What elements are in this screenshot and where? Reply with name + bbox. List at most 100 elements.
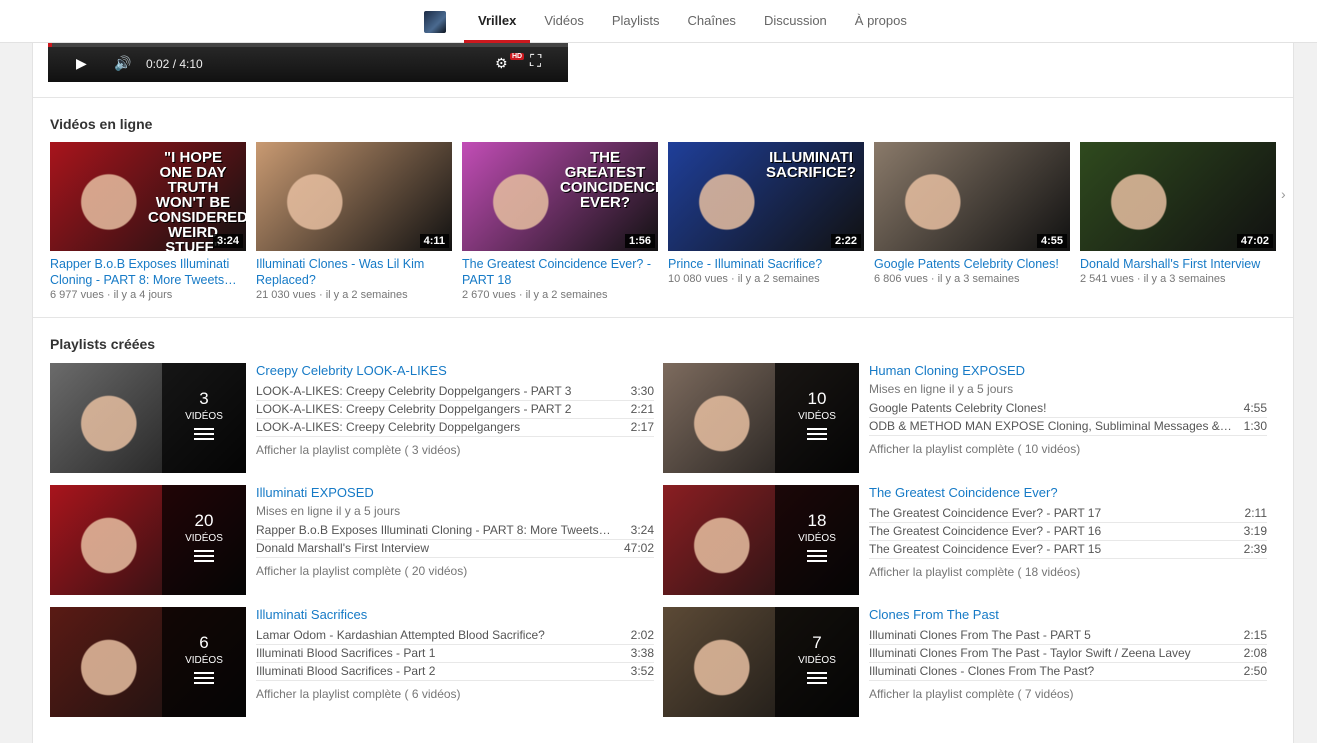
playlist-entry[interactable]: ODB & METHOD MAN EXPOSE Cloning, Sublimi… <box>869 418 1267 436</box>
playlist-entry[interactable]: Illuminati Clones - Clones From The Past… <box>869 663 1267 681</box>
video-card[interactable]: 47:02 Donald Marshall's First Interview 2 … <box>1080 142 1276 301</box>
tab-home[interactable]: Vrillex <box>464 0 531 43</box>
entry-title: LOOK-A-LIKES: Creepy Celebrity Doppelgan… <box>256 402 572 416</box>
entry-duration: 3:38 <box>630 646 654 660</box>
playlist-icon <box>807 550 827 562</box>
channel-avatar[interactable] <box>424 11 446 33</box>
video-title-link[interactable]: Google Patents Celebrity Clones! <box>874 256 1070 272</box>
entry-duration: 1:30 <box>1243 419 1267 433</box>
video-player-controls: ▶ 🔊 0:02 / 4:10 ⚙ HD ⛶ <box>48 43 568 82</box>
progress-bar[interactable] <box>48 43 568 47</box>
playlist-entry[interactable]: Lamar Odom - Kardashian Attempted Blood … <box>256 627 654 645</box>
playlist-entries: Lamar Odom - Kardashian Attempted Blood … <box>256 627 654 681</box>
playlist-title-link[interactable]: Illuminati EXPOSED <box>256 485 654 501</box>
playlist-entry[interactable]: Donald Marshall's First Interview 47:02 <box>256 540 654 558</box>
video-card[interactable]: "I hope one day truth won't be considere… <box>50 142 246 301</box>
show-full-playlist-link[interactable]: Afficher la playlist complète ( 7 vidéos… <box>869 687 1267 701</box>
video-thumbnail[interactable]: Illuminati Sacrifice? 2:22 <box>668 142 864 251</box>
tab-channels[interactable]: Chaînes <box>674 0 750 43</box>
playlist-thumbnail[interactable]: 10 VIDÉOS <box>663 363 859 473</box>
show-full-playlist-link[interactable]: Afficher la playlist complète ( 20 vidéo… <box>256 564 654 578</box>
entry-duration: 2:11 <box>1244 506 1267 520</box>
video-title-link[interactable]: Donald Marshall's First Interview <box>1080 256 1276 272</box>
tab-about[interactable]: À propos <box>841 0 921 43</box>
show-full-playlist-link[interactable]: Afficher la playlist complète ( 3 vidéos… <box>256 443 654 457</box>
playlist-title-link[interactable]: Creepy Celebrity LOOK-A-LIKES <box>256 363 654 379</box>
playlist-count-label: VIDÉOS <box>798 533 836 544</box>
video-title-link[interactable]: Illuminati Clones - Was Lil Kim Replaced… <box>256 256 452 288</box>
playlist-entry[interactable]: LOOK-A-LIKES: Creepy Celebrity Doppelgan… <box>256 401 654 419</box>
video-card[interactable]: Illuminati Sacrifice? 2:22 Prince - Illumi… <box>668 142 864 301</box>
video-duration: 4:55 <box>1036 234 1067 248</box>
video-card[interactable]: The Greatest Coincidence Ever? 1:56 The Gr… <box>462 142 658 301</box>
entry-duration: 2:50 <box>1243 664 1267 678</box>
video-thumbnail[interactable]: 4:55 <box>874 142 1070 251</box>
show-full-playlist-link[interactable]: Afficher la playlist complète ( 10 vidéo… <box>869 442 1267 456</box>
thumbnail-text: The Greatest Coincidence Ever? <box>560 149 658 211</box>
fullscreen-icon[interactable]: ⛶ <box>530 53 541 71</box>
playlist-thumbnail[interactable]: 3 VIDÉOS <box>50 363 246 473</box>
video-card[interactable]: 4:11 Illuminati Clones - Was Lil Kim Repl… <box>256 142 452 301</box>
playlist-title-link[interactable]: Clones From The Past <box>869 607 1267 623</box>
playlist-info: Human Cloning EXPOSED Mises en ligne il y… <box>869 363 1267 456</box>
hd-badge: HD <box>510 53 525 60</box>
playlist-entry[interactable]: Google Patents Celebrity Clones! 4:55 <box>869 400 1267 418</box>
playlist-info: Illuminati EXPOSED Mises en ligne il y a … <box>256 485 654 578</box>
playlist-entries: Google Patents Celebrity Clones! 4:55 ODB … <box>869 400 1267 436</box>
video-thumbnail[interactable]: 47:02 <box>1080 142 1276 251</box>
video-thumbnail[interactable]: The Greatest Coincidence Ever? 1:56 <box>462 142 658 251</box>
video-age: il y a 2 semaines <box>737 273 820 285</box>
playlist-entry[interactable]: Illuminati Blood Sacrifices - Part 2 3:52 <box>256 663 654 681</box>
playlist-thumbnail[interactable]: 20 VIDÉOS <box>50 485 246 595</box>
playlist-title-link[interactable]: The Greatest Coincidence Ever? <box>869 485 1267 501</box>
playlist-count: 20 <box>194 511 214 530</box>
playlist-count: 7 <box>812 633 822 652</box>
playlist-entry[interactable]: Illuminati Clones From The Past - PART 5… <box>869 627 1267 645</box>
playlist-icon <box>194 672 214 684</box>
playlist-count-label: VIDÉOS <box>185 533 223 544</box>
entry-title: Illuminati Blood Sacrifices - Part 1 <box>256 646 436 660</box>
videos-shelf: "I hope one day truth won't be considere… <box>50 142 1276 301</box>
playlist-thumbnail[interactable]: 6 VIDÉOS <box>50 607 246 717</box>
playlist-title-link[interactable]: Human Cloning EXPOSED <box>869 363 1267 379</box>
divider <box>33 317 1293 318</box>
volume-icon[interactable]: 🔊 <box>114 55 131 72</box>
playlist-thumbnail[interactable]: 18 VIDÉOS <box>663 485 859 595</box>
chevron-right-icon[interactable]: › <box>1281 186 1286 202</box>
thumbnail-text: Illuminati Sacrifice? <box>766 149 856 181</box>
video-title-link[interactable]: The Greatest Coincidence Ever? - PART 18 <box>462 256 658 288</box>
entry-title: Illuminati Clones From The Past - PART 5 <box>869 628 1091 642</box>
playlist-entry[interactable]: The Greatest Coincidence Ever? - PART 16… <box>869 523 1267 541</box>
entry-title: The Greatest Coincidence Ever? - PART 15 <box>869 542 1102 556</box>
channel-nav: Vrillex Vidéos Playlists Chaînes Discuss… <box>424 0 921 43</box>
tab-discussion[interactable]: Discussion <box>750 0 841 43</box>
show-full-playlist-link[interactable]: Afficher la playlist complète ( 6 vidéos… <box>256 687 654 701</box>
video-thumbnail[interactable]: "I hope one day truth won't be considere… <box>50 142 246 251</box>
playlist-entry[interactable]: The Greatest Coincidence Ever? - PART 15… <box>869 541 1267 559</box>
settings-icon[interactable]: ⚙ <box>495 55 508 72</box>
playlist-entry[interactable]: Illuminati Clones From The Past - Taylor… <box>869 645 1267 663</box>
video-card[interactable]: 4:55 Google Patents Celebrity Clones! 6 80… <box>874 142 1070 301</box>
show-full-playlist-link[interactable]: Afficher la playlist complète ( 18 vidéo… <box>869 565 1267 579</box>
entry-title: LOOK-A-LIKES: Creepy Celebrity Doppelgan… <box>256 420 521 434</box>
tab-videos[interactable]: Vidéos <box>530 0 598 43</box>
playlist-thumbnail[interactable]: 7 VIDÉOS <box>663 607 859 717</box>
entry-duration: 4:55 <box>1243 401 1267 415</box>
playlist-entry[interactable]: LOOK-A-LIKES: Creepy Celebrity Doppelgan… <box>256 383 654 401</box>
playlist-entry[interactable]: The Greatest Coincidence Ever? - PART 17… <box>869 505 1267 523</box>
playlist-entry[interactable]: Rapper B.o.B Exposes Illuminati Cloning … <box>256 522 654 540</box>
tab-playlists[interactable]: Playlists <box>598 0 674 43</box>
video-thumbnail[interactable]: 4:11 <box>256 142 452 251</box>
play-icon[interactable]: ▶ <box>76 55 87 72</box>
playlist-card: 7 VIDÉOS Clones From The Past Illuminati Cl… <box>663 607 1267 717</box>
video-meta: 2 541 vues · il y a 3 semaines <box>1080 273 1226 285</box>
playlist-entry[interactable]: LOOK-A-LIKES: Creepy Celebrity Doppelgan… <box>256 419 654 437</box>
playlist-count: 3 <box>199 389 209 408</box>
playlist-entry[interactable]: Illuminati Blood Sacrifices - Part 1 3:38 <box>256 645 654 663</box>
video-title-link[interactable]: Prince - Illuminati Sacrifice? <box>668 256 864 272</box>
playlist-card: 20 VIDÉOS Illuminati EXPOSED Mises en ligne… <box>50 485 654 595</box>
entry-title: ODB & METHOD MAN EXPOSE Cloning, Sublimi… <box>869 419 1232 433</box>
video-title-link[interactable]: Rapper B.o.B Exposes Illuminati Cloning … <box>50 256 246 288</box>
video-views: 2 670 vues <box>462 289 516 301</box>
playlist-title-link[interactable]: Illuminati Sacrifices <box>256 607 654 623</box>
